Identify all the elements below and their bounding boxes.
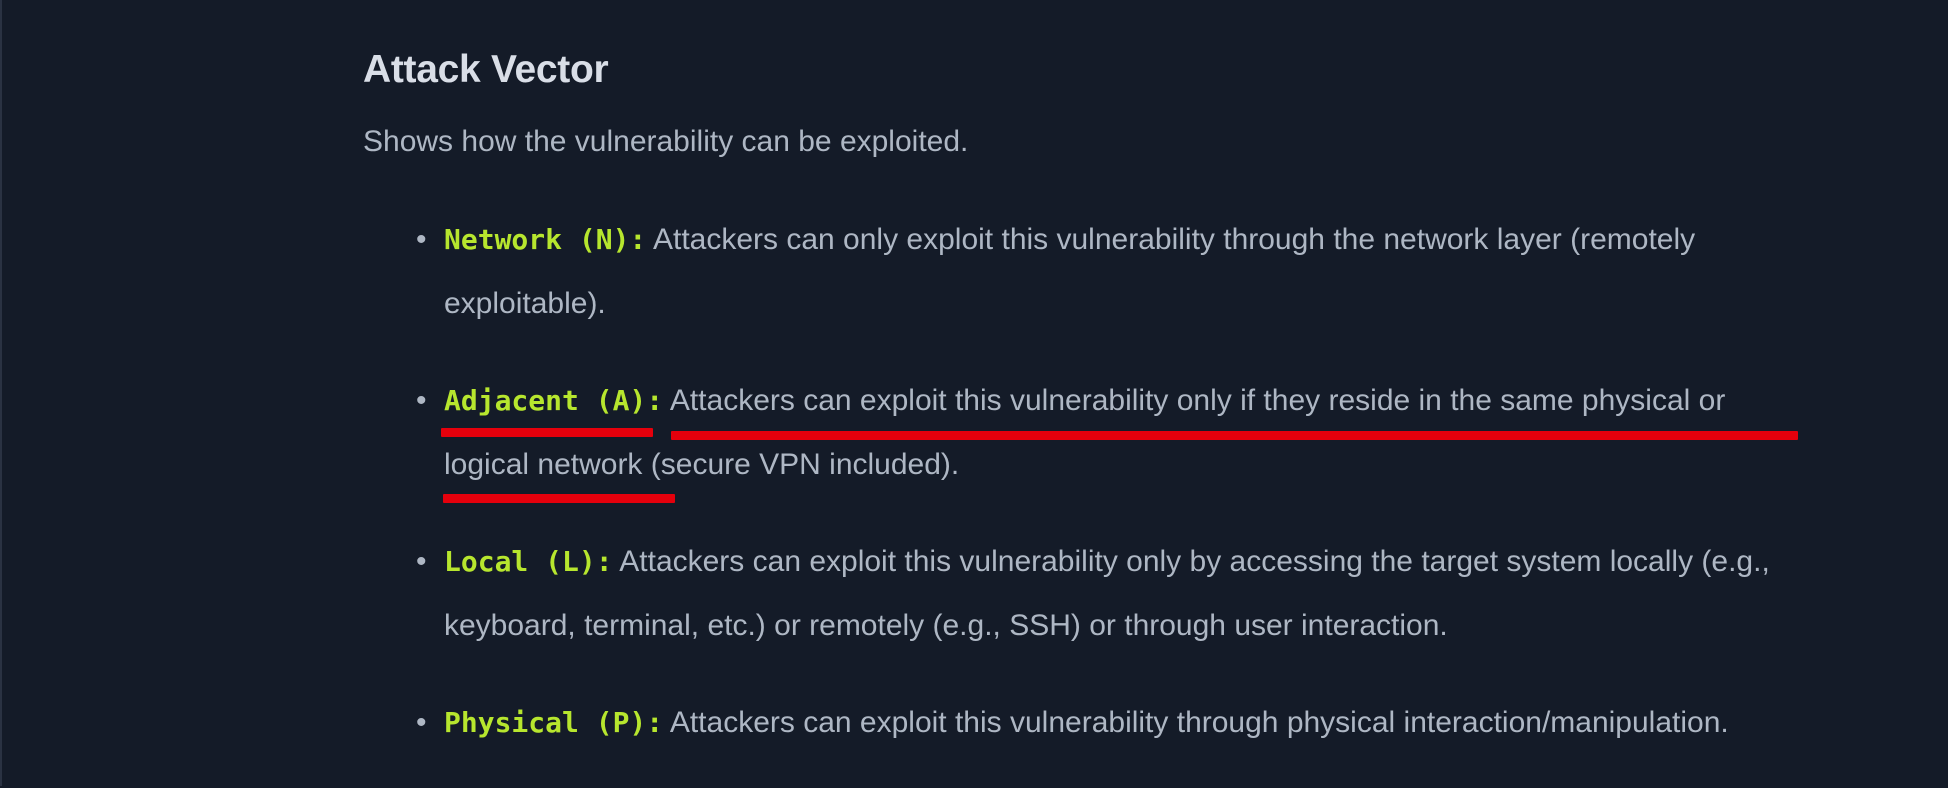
- vector-description-continued: logical network (secure VPN included).: [444, 448, 960, 481]
- list-item-line: Adjacent (A): Attackers can exploit this…: [444, 369, 1853, 433]
- bullet-icon: •: [416, 223, 427, 256]
- vector-description: Attackers can exploit this vulnerability…: [663, 384, 1726, 417]
- vector-code-local: Local (L):: [444, 545, 613, 578]
- bullet-icon: •: [416, 545, 427, 578]
- vector-description-continued: keyboard, terminal, etc.) or remotely (e…: [444, 609, 1448, 642]
- vector-description-continued: exploitable).: [444, 287, 606, 320]
- annotation-underline-line1: [671, 431, 1798, 440]
- annotation-underline-code: [441, 428, 653, 437]
- list-item-line: Local (L): Attackers can exploit this vu…: [444, 530, 1853, 594]
- vector-code-network: Network (N):: [444, 223, 647, 256]
- section-description: Shows how the vulnerability can be explo…: [363, 125, 969, 158]
- list-item-physical: • Physical (P): Attackers can exploit th…: [363, 691, 1853, 755]
- page-left-border: [0, 0, 2, 786]
- list-item-line: Network (N): Attackers can only exploit …: [444, 208, 1853, 272]
- vector-description: Attackers can exploit this vulnerability…: [612, 545, 1770, 578]
- bullet-icon: •: [416, 384, 427, 417]
- list-item-network: • Network (N): Attackers can only exploi…: [363, 208, 1853, 336]
- vector-code-adjacent: Adjacent (A):: [444, 384, 664, 417]
- section-heading: Attack Vector: [363, 48, 609, 91]
- vector-code-physical: Physical (P):: [444, 706, 664, 739]
- vector-description: Attackers can exploit this vulnerability…: [663, 706, 1729, 739]
- bullet-icon: •: [416, 706, 427, 739]
- list-item-line: Physical (P): Attackers can exploit this…: [444, 691, 1853, 755]
- list-item-local: • Local (L): Attackers can exploit this …: [363, 530, 1853, 658]
- annotation-underline-line2: [443, 494, 675, 503]
- vector-description: Attackers can only exploit this vulnerab…: [646, 223, 1696, 256]
